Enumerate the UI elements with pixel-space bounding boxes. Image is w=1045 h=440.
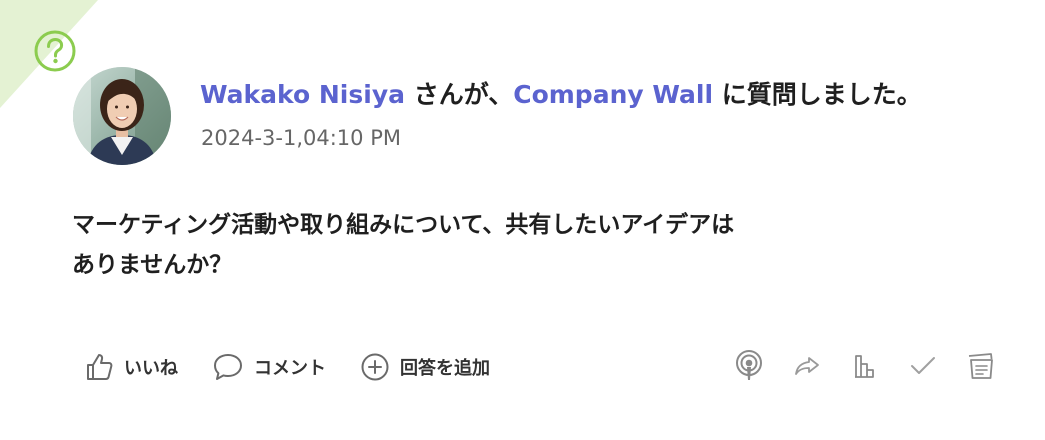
comment-icon xyxy=(214,354,242,380)
comment-button[interactable]: コメント xyxy=(212,352,326,382)
author-avatar[interactable] xyxy=(73,67,171,165)
add-answer-button[interactable]: 回答を追加 xyxy=(360,352,490,382)
notes-icon xyxy=(968,353,993,379)
like-button[interactable]: いいね xyxy=(84,352,178,382)
stats-button[interactable] xyxy=(849,350,881,382)
question-text: マーケティング活動や取り組みについて、共有したいアイデアは ありませんか？ xyxy=(72,205,852,285)
post-card: Wakako Nisiya さんが、Company Wall に質問しました。 … xyxy=(0,0,1045,440)
post-headline: Wakako Nisiya さんが、Company Wall に質問しました。 xyxy=(200,78,922,112)
like-label: いいね xyxy=(124,358,178,379)
question-line-1: マーケティング活動や取り組みについて、共有したいアイデアは xyxy=(72,212,735,238)
plus-circle-icon xyxy=(361,353,389,381)
share-button[interactable] xyxy=(791,350,823,382)
stats-icon xyxy=(855,355,874,378)
target-link[interactable]: Company Wall xyxy=(513,80,713,109)
post-tools xyxy=(733,346,997,386)
post-actions: いいね コメント 回答を追加 xyxy=(84,345,524,389)
broadcast-icon xyxy=(736,350,762,380)
question-line-2: ありませんか？ xyxy=(72,252,233,278)
headline-suffix: に質問しました。 xyxy=(721,80,922,109)
add-answer-label: 回答を追加 xyxy=(400,358,490,379)
post-timestamp: 2024-3-1,04:10 PM xyxy=(201,126,401,150)
check-icon xyxy=(911,357,935,374)
thumbs-up-icon xyxy=(87,354,113,380)
broadcast-button[interactable] xyxy=(733,350,765,382)
mark-answered-button[interactable] xyxy=(907,350,939,382)
headline-connector: さんが、 xyxy=(413,80,514,109)
notes-button[interactable] xyxy=(965,350,997,382)
question-icon xyxy=(33,29,77,73)
comment-label: コメント xyxy=(254,358,326,379)
share-icon xyxy=(795,357,819,375)
author-link[interactable]: Wakako Nisiya xyxy=(200,80,405,109)
